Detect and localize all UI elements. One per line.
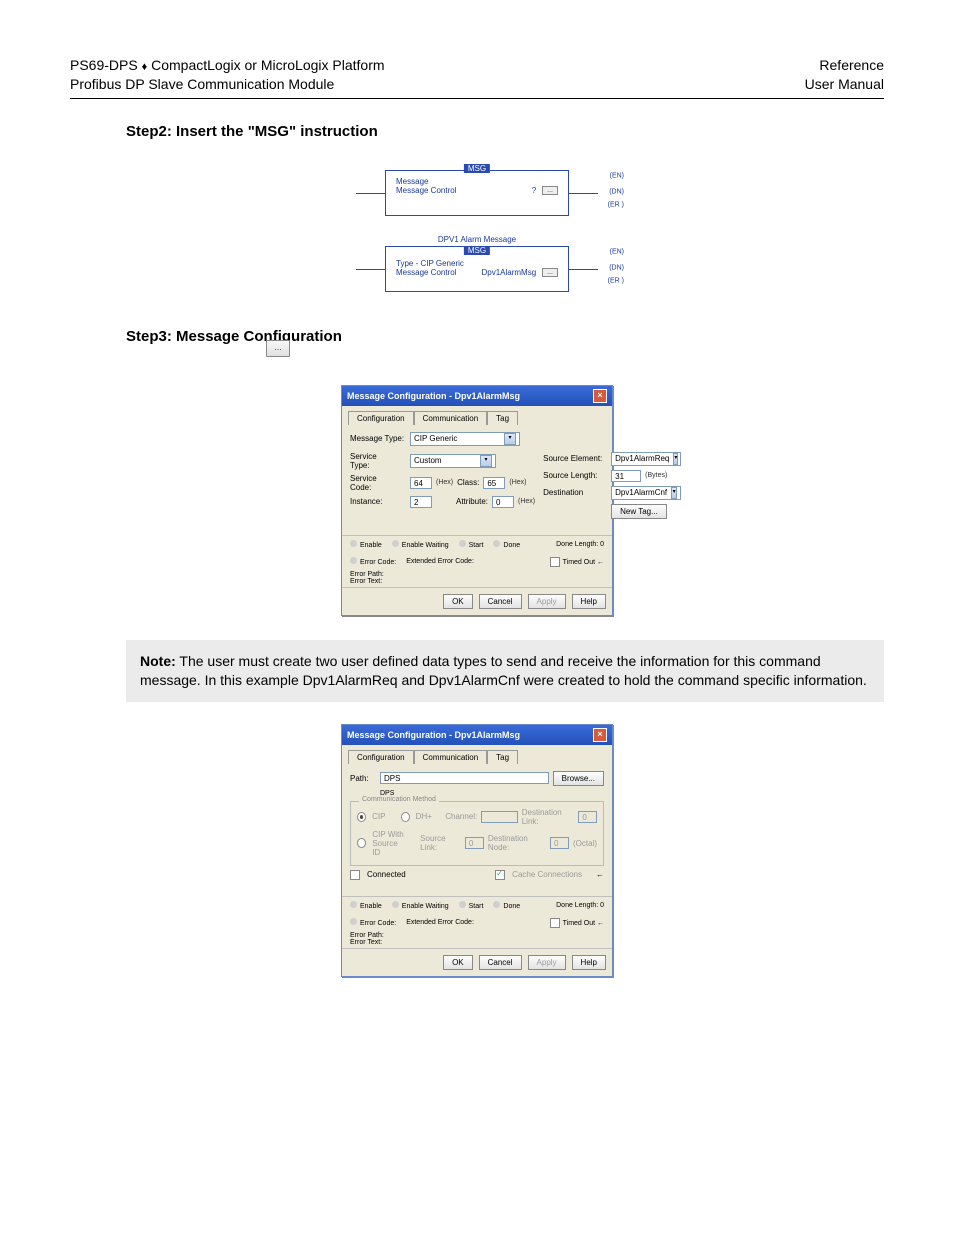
cancel-button[interactable]: Cancel [479, 955, 522, 970]
cancel-button[interactable]: Cancel [479, 594, 522, 609]
pin-er: (ER ) [608, 201, 624, 208]
class-label: Class: [457, 478, 479, 487]
dialog-title: Message Configuration - Dpv1AlarmMsg [347, 391, 520, 401]
msg-config-button[interactable]: ... [542, 186, 558, 195]
ladder2-tag: Dpv1AlarmMsg [481, 268, 536, 277]
status-row-1: Enable Enable Waiting Start Done Done Le… [342, 896, 612, 914]
source-element-label: Source Element: [543, 454, 607, 463]
help-button[interactable]: Help [572, 955, 606, 970]
pin-en: (EN) [610, 173, 624, 180]
header-rule [70, 98, 884, 99]
pin-er: (ER ) [608, 277, 624, 284]
message-type-label: Message Type: [350, 434, 406, 443]
apply-button[interactable]: Apply [528, 955, 566, 970]
connected-label: Connected [367, 870, 406, 879]
dialog-title: Message Configuration - Dpv1AlarmMsg [347, 730, 520, 740]
service-code-label: Service Code: [350, 474, 406, 492]
source-length-label: Source Length: [543, 471, 607, 480]
header-right-1: Reference [805, 56, 884, 75]
tab-configuration[interactable]: Configuration [348, 411, 414, 425]
ladder2-title: DPV1 Alarm Message [438, 235, 516, 244]
tab-communication[interactable]: Communication [414, 411, 488, 425]
close-icon[interactable]: × [593, 728, 607, 742]
ellipsis-icon[interactable]: ... [266, 340, 290, 357]
apply-button[interactable]: Apply [528, 594, 566, 609]
msg-config-dialog-communication: Message Configuration - Dpv1AlarmMsg × C… [341, 724, 613, 977]
help-button[interactable]: Help [572, 594, 606, 609]
connected-checkbox[interactable] [350, 870, 360, 880]
chevron-down-icon: ▾ [671, 487, 677, 499]
step2-heading: Step2: Insert the "MSG" instruction [126, 123, 884, 140]
message-type-select[interactable]: CIP Generic▾ [410, 432, 520, 446]
tab-tag[interactable]: Tag [487, 411, 518, 425]
comm-method-group: Communication Method CIP DH+ Channel: De… [350, 801, 604, 866]
msg-config-button[interactable]: ... [542, 268, 558, 277]
ladder2-line1: Type - CIP Generic [396, 259, 558, 268]
note-body: The user must create two user defined da… [140, 653, 867, 688]
radio-dh[interactable] [401, 812, 410, 822]
close-icon[interactable]: × [593, 389, 607, 403]
source-element-select[interactable]: Dpv1AlarmReq▾ [611, 452, 681, 466]
cache-connections-label: Cache Connections [512, 870, 582, 879]
attribute-input[interactable]: 0 [492, 496, 514, 508]
service-type-select[interactable]: Custom▾ [410, 454, 496, 468]
status-row-1: Enable Enable Waiting Start Done Done Le… [342, 535, 612, 553]
header-left-1a: PS69-DPS [70, 57, 142, 73]
ladder-msg-empty: MSG Message Message Control ? ... (EN) (… [385, 170, 569, 216]
source-length-input[interactable]: 31 [611, 470, 641, 482]
radio-cip-source-id[interactable] [357, 838, 366, 848]
status-row-2: Error Code: Extended Error Code: Timed O… [342, 914, 612, 932]
tab-tag[interactable]: Tag [487, 750, 518, 764]
service-type-label: Service Type: [350, 452, 406, 470]
path-input[interactable]: DPS [380, 772, 549, 784]
tab-communication[interactable]: Communication [414, 750, 488, 764]
destination-select[interactable]: Dpv1AlarmCnf▾ [611, 486, 681, 500]
header-right-2: User Manual [805, 75, 884, 94]
msg-flag-icon: MSG [464, 164, 490, 173]
instance-input[interactable]: 2 [410, 496, 432, 508]
cache-connections-checkbox[interactable] [495, 870, 505, 880]
ladder1-q: ? [532, 186, 536, 195]
destination-label: Destination [543, 488, 607, 497]
timed-out-checkbox[interactable] [550, 918, 560, 928]
header-left-2: Profibus DP Slave Communication Module [70, 75, 385, 94]
ok-button[interactable]: OK [443, 594, 473, 609]
service-code-input[interactable]: 64 [410, 477, 432, 489]
configuration-pane: Message Type: CIP Generic▾ Service Type:… [342, 424, 612, 531]
communication-pane: Path: DPS Browse... DPS Communication Me… [342, 763, 612, 892]
ladder1-line1: Message [396, 177, 558, 186]
status-row-2: Error Code: Extended Error Code: Timed O… [342, 553, 612, 571]
pin-dn: (DN) [609, 188, 624, 195]
timed-out-checkbox[interactable] [550, 557, 560, 567]
path-label: Path: [350, 774, 376, 783]
ladder-msg-configured: DPV1 Alarm Message MSG Type - CIP Generi… [385, 246, 569, 292]
instance-label: Instance: [350, 497, 406, 506]
chevron-down-icon: ▾ [480, 455, 492, 467]
note-box: Note: The user must create two user defi… [126, 640, 884, 702]
pin-dn: (DN) [609, 264, 624, 271]
page-header: PS69-DPS ♦ CompactLogix or MicroLogix Pl… [70, 56, 884, 94]
note-prefix: Note: [140, 653, 176, 669]
ok-button[interactable]: OK [443, 955, 473, 970]
header-left-1c: CompactLogix or MicroLogix Platform [147, 57, 384, 73]
msg-flag-icon: MSG [464, 246, 490, 255]
chevron-down-icon: ▾ [504, 433, 516, 445]
page: PS69-DPS ♦ CompactLogix or MicroLogix Pl… [0, 0, 954, 1235]
chevron-down-icon: ▾ [673, 453, 678, 465]
new-tag-button[interactable]: New Tag... [611, 504, 667, 519]
ladder2-line2: Message Control [396, 268, 456, 277]
attribute-label: Attribute: [456, 497, 488, 506]
class-input[interactable]: 65 [483, 477, 505, 489]
pin-en: (EN) [610, 249, 624, 256]
msg-config-dialog-configuration: Message Configuration - Dpv1AlarmMsg × C… [341, 385, 613, 616]
ladder1-line2: Message Control [396, 186, 456, 195]
browse-button[interactable]: Browse... [553, 771, 604, 786]
tab-configuration[interactable]: Configuration [348, 750, 414, 764]
radio-cip[interactable] [357, 812, 366, 822]
